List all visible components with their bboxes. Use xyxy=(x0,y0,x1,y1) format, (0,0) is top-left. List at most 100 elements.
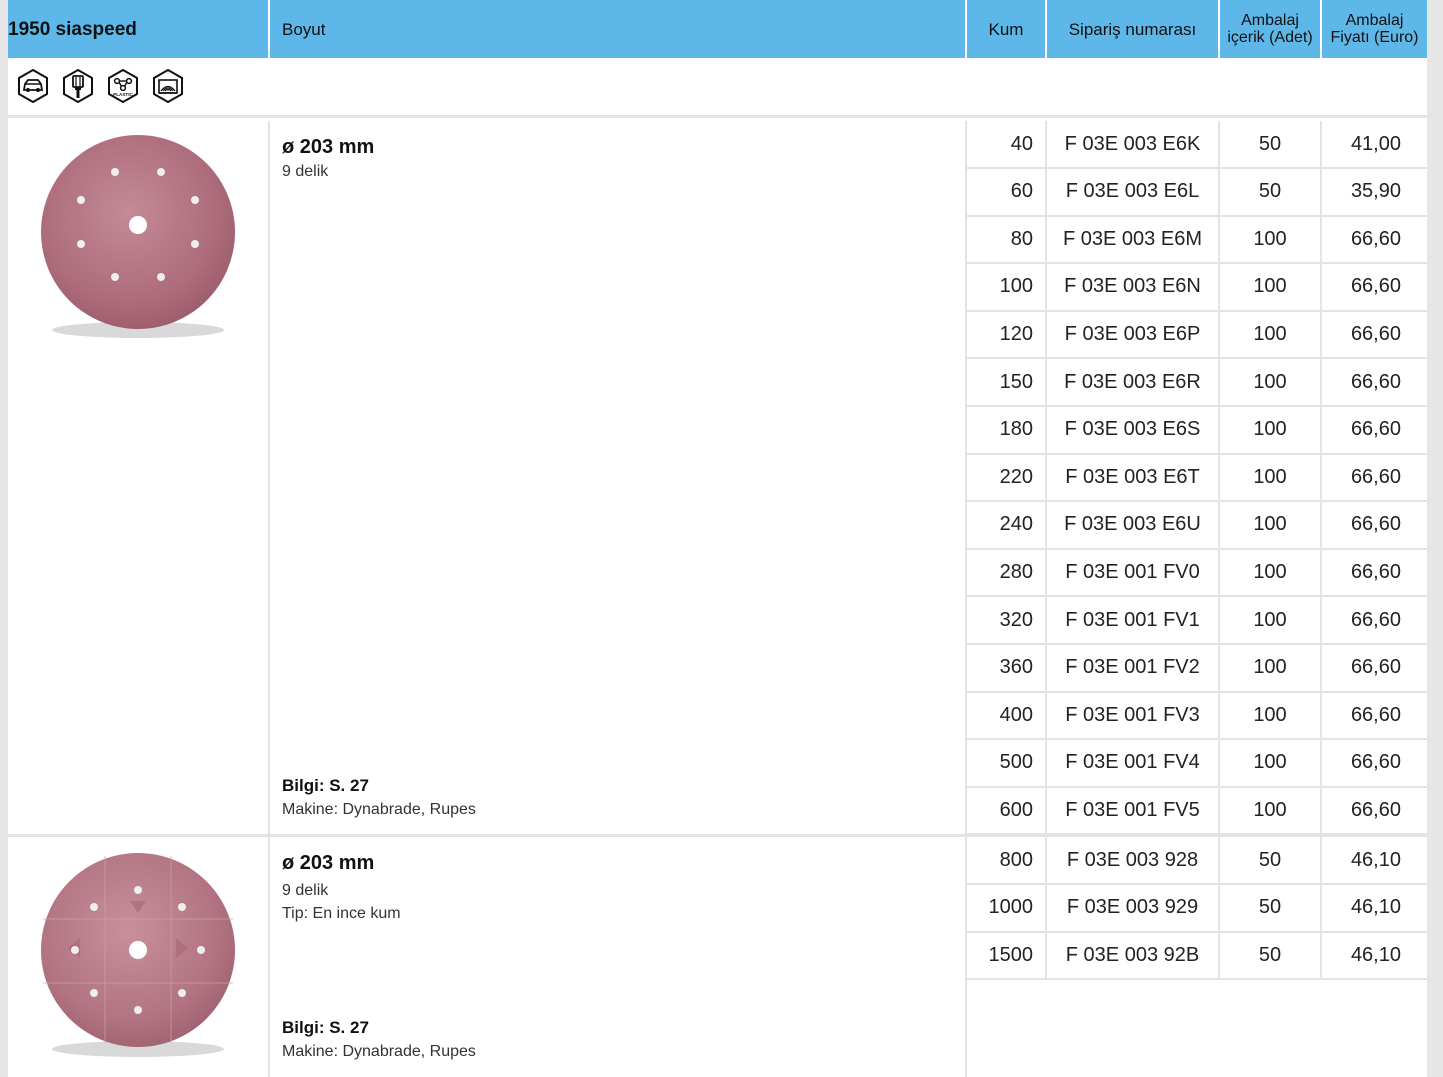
order-number-cell[interactable]: F 03E 001 FV2 xyxy=(1047,644,1220,691)
product-tip: Tip: En ince kum xyxy=(282,905,401,922)
grit-cell: 320 xyxy=(967,597,1047,643)
table-row: 400 F 03E 001 FV3 100 66,60 xyxy=(967,692,1427,741)
price-cell: 66,60 xyxy=(1350,322,1401,345)
product-image-cell xyxy=(8,837,270,1077)
wood-layers-icon xyxy=(153,69,183,103)
header-product-name: 1950 siaspeed xyxy=(8,0,270,58)
grit-cell: 500 xyxy=(967,739,1047,786)
car-body-icon xyxy=(18,69,48,103)
pack-content-cell: 100 xyxy=(1220,597,1322,643)
order-number-cell[interactable]: F 03E 003 E6P xyxy=(1047,311,1220,358)
price-cell: 66,60 xyxy=(1350,227,1401,250)
header-pack-content-line1: Ambalaj xyxy=(1241,12,1299,29)
price-cell: 66,60 xyxy=(1350,608,1401,631)
table-row: 360 F 03E 001 FV2 100 66,60 xyxy=(967,644,1427,693)
pack-content-cell: 100 xyxy=(1220,263,1322,310)
grit-cell: 360 xyxy=(967,644,1047,691)
grit-cell: 280 xyxy=(967,549,1047,596)
price-cell: 41,00 xyxy=(1350,132,1401,155)
table-row: 320 F 03E 001 FV1 100 66,60 xyxy=(967,597,1427,645)
grit-cell: 1500 xyxy=(967,932,1047,979)
order-number-cell[interactable]: F 03E 001 FV0 xyxy=(1047,549,1220,596)
application-icons: PLASTIC xyxy=(8,58,1427,118)
price-cell: 66,60 xyxy=(1350,656,1401,679)
pack-content-cell: 100 xyxy=(1220,739,1322,786)
price-cell: 66,60 xyxy=(1350,798,1401,821)
price-cell: 46,10 xyxy=(1350,896,1401,919)
header-pack-price-line1: Ambalaj xyxy=(1345,12,1404,29)
order-number-cell[interactable]: F 03E 001 FV1 xyxy=(1047,597,1220,643)
pack-content-cell: 100 xyxy=(1220,692,1322,739)
header-pack-content: Ambalaj içerik (Adet) xyxy=(1220,0,1322,58)
grit-cell: 80 xyxy=(967,216,1047,263)
sanding-disc-fine-image xyxy=(41,853,235,1057)
price-cell: 66,60 xyxy=(1350,465,1401,488)
pack-content-cell: 100 xyxy=(1220,454,1322,501)
order-number-cell[interactable]: F 03E 003 E6T xyxy=(1047,454,1220,501)
pack-content-cell: 50 xyxy=(1220,121,1322,167)
pack-content-cell: 100 xyxy=(1220,644,1322,691)
plastic-icon: PLASTIC xyxy=(108,69,138,103)
table-row: 150 F 03E 003 E6R 100 66,60 xyxy=(967,359,1427,407)
table-row: 40 F 03E 003 E6K 50 41,00 xyxy=(967,121,1427,169)
table-row: 60 F 03E 003 E6L 50 35,90 xyxy=(967,168,1427,217)
product-description: ø 203 mm 9 delik Bilgi: S. 27 Makine: Dy… xyxy=(270,121,967,834)
product-description: ø 203 mm 9 delik Tip: En ince kum Bilgi:… xyxy=(270,837,967,1077)
price-cell: 66,60 xyxy=(1350,751,1401,774)
pack-content-cell: 100 xyxy=(1220,359,1322,405)
table-row: 500 F 03E 001 FV4 100 66,60 xyxy=(967,739,1427,788)
grit-cell: 60 xyxy=(967,168,1047,215)
price-cell: 66,60 xyxy=(1350,513,1401,536)
header-order-number: Sipariş numarası xyxy=(1047,0,1220,58)
grit-cell: 40 xyxy=(967,121,1047,167)
table-row: 120 F 03E 003 E6P 100 66,60 xyxy=(967,311,1427,360)
product-size-title: ø 203 mm xyxy=(282,136,375,158)
pack-content-cell: 100 xyxy=(1220,549,1322,596)
order-number-cell[interactable]: F 03E 003 E6N xyxy=(1047,263,1220,310)
table-row: 220 F 03E 003 E6T 100 66,60 xyxy=(967,454,1427,503)
grit-cell: 100 xyxy=(967,263,1047,310)
order-number-cell[interactable]: F 03E 003 E6L xyxy=(1047,168,1220,215)
paint-brush-icon xyxy=(63,69,93,103)
price-cell: 66,60 xyxy=(1350,275,1401,298)
table-row: 600 F 03E 001 FV5 100 66,60 xyxy=(967,787,1427,836)
order-number-cell[interactable]: F 03E 003 92B xyxy=(1047,932,1220,979)
pack-content-cell: 100 xyxy=(1220,787,1322,834)
pack-content-cell: 100 xyxy=(1220,311,1322,358)
product-holes: 9 delik xyxy=(282,163,329,180)
product-size-title: ø 203 mm xyxy=(282,852,375,874)
order-number-cell[interactable]: F 03E 003 E6M xyxy=(1047,216,1220,263)
order-number-cell[interactable]: F 03E 003 E6U xyxy=(1047,501,1220,548)
product-block-2: ø 203 mm 9 delik Tip: En ince kum Bilgi:… xyxy=(8,837,1427,1077)
header-grit: Kum xyxy=(967,0,1047,58)
table-row: 280 F 03E 001 FV0 100 66,60 xyxy=(967,549,1427,598)
plastic-icon-label: PLASTIC xyxy=(113,92,133,97)
price-cell: 46,10 xyxy=(1350,848,1401,871)
pack-content-cell: 100 xyxy=(1220,501,1322,548)
order-number-cell[interactable]: F 03E 003 929 xyxy=(1047,884,1220,931)
table-header: 1950 siaspeed Boyut Kum Sipariş numarası… xyxy=(8,0,1427,58)
grit-cell: 800 xyxy=(967,837,1047,883)
pack-content-cell: 100 xyxy=(1220,216,1322,263)
order-number-cell[interactable]: F 03E 001 FV4 xyxy=(1047,739,1220,786)
price-cell: 66,60 xyxy=(1350,560,1401,583)
grit-cell: 600 xyxy=(967,787,1047,834)
table-row: 1500 F 03E 003 92B 50 46,10 xyxy=(967,932,1427,981)
table-row: 180 F 03E 003 E6S 100 66,60 xyxy=(967,406,1427,455)
order-number-cell[interactable]: F 03E 003 E6R xyxy=(1047,359,1220,405)
grit-cell: 180 xyxy=(967,406,1047,453)
order-number-cell[interactable]: F 03E 003 E6K xyxy=(1047,121,1220,167)
table-row: 800 F 03E 003 928 50 46,10 xyxy=(967,837,1427,885)
product-info-link[interactable]: Bilgi: S. 27 xyxy=(282,1018,369,1038)
order-number-cell[interactable]: F 03E 001 FV3 xyxy=(1047,692,1220,739)
product-info-link[interactable]: Bilgi: S. 27 xyxy=(282,776,369,796)
table-row: 80 F 03E 003 E6M 100 66,60 xyxy=(967,216,1427,265)
order-number-cell[interactable]: F 03E 003 E6S xyxy=(1047,406,1220,453)
table-row: 1000 F 03E 003 929 50 46,10 xyxy=(967,884,1427,933)
order-number-cell[interactable]: F 03E 001 FV5 xyxy=(1047,787,1220,834)
header-pack-price: Ambalaj Fiyatı (Euro) xyxy=(1322,0,1427,58)
header-pack-content-line2: içerik (Adet) xyxy=(1227,29,1313,46)
pack-content-cell: 50 xyxy=(1220,837,1322,883)
grit-cell: 120 xyxy=(967,311,1047,358)
order-number-cell[interactable]: F 03E 003 928 xyxy=(1047,837,1220,883)
